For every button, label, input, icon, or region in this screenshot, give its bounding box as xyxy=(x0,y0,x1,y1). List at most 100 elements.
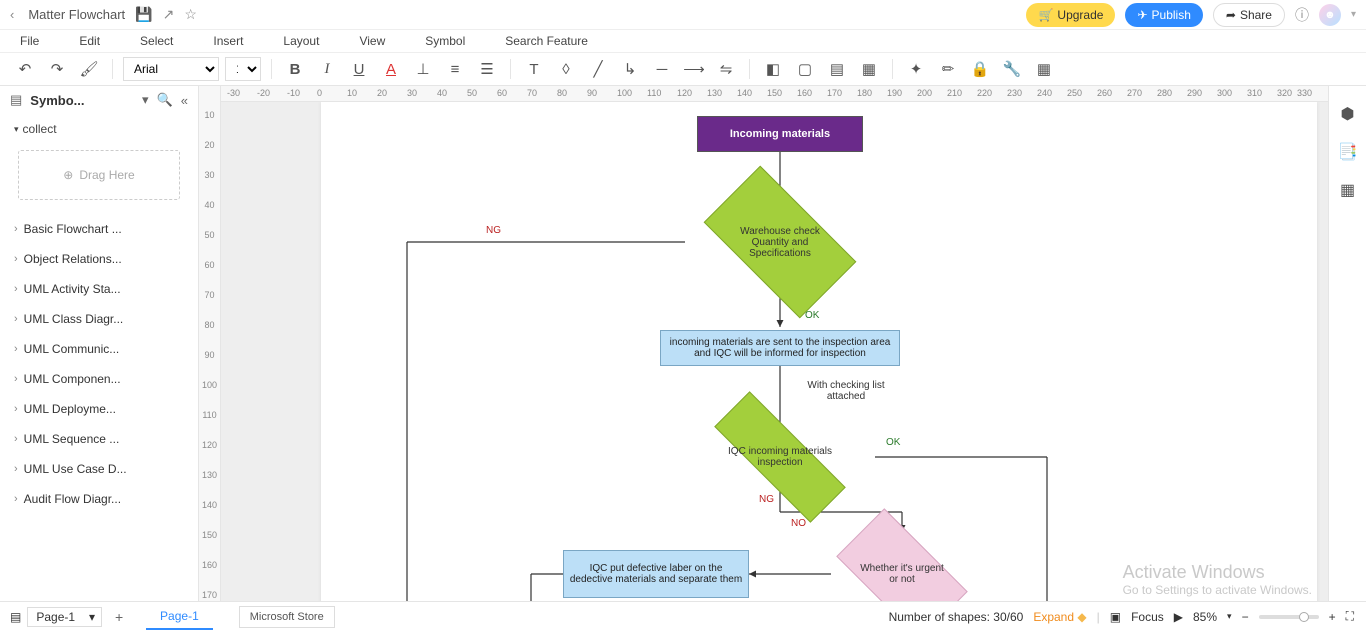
text-tool-button[interactable]: T xyxy=(521,56,547,82)
sidebar-group[interactable]: Basic Flowchart ... xyxy=(0,214,198,244)
sidebar-group[interactable]: UML Class Diagr... xyxy=(0,304,198,334)
fill-button[interactable]: ◊ xyxy=(553,56,579,82)
ungroup-button[interactable]: ▢ xyxy=(792,56,818,82)
font-color-button[interactable]: A xyxy=(378,56,404,82)
page-select[interactable]: Page-1 ▾ xyxy=(27,607,102,627)
add-page-button[interactable]: + xyxy=(108,609,130,625)
fontsize-select[interactable]: 12 xyxy=(225,57,261,81)
menu-insert[interactable]: Insert xyxy=(213,34,243,48)
plus-icon: ⊕ xyxy=(63,168,73,182)
taskbar-app[interactable]: Microsoft Store xyxy=(239,606,335,628)
line-style-button[interactable]: ─ xyxy=(649,56,675,82)
publish-button[interactable]: ✈ Publish xyxy=(1125,3,1202,27)
send-icon: ✈ xyxy=(1137,8,1147,22)
menu-file[interactable]: File xyxy=(20,34,39,48)
page-tab[interactable]: Page-1 xyxy=(146,604,213,630)
label-ok2: OK xyxy=(886,437,900,448)
shape-urgent[interactable]: Whether it's urgent or not xyxy=(843,540,961,601)
format-painter-button[interactable]: 🖌 xyxy=(76,56,102,82)
open-external-icon[interactable]: ↗ xyxy=(163,6,175,23)
shapes-count-label: Number of shapes: 30/60 xyxy=(889,610,1024,624)
focus-button[interactable]: Focus xyxy=(1131,610,1164,624)
redo-button[interactable]: ↷ xyxy=(44,56,70,82)
menu-view[interactable]: View xyxy=(359,34,385,48)
label-with-checking: With checking list attached xyxy=(791,380,901,402)
align-v-button[interactable]: ☰ xyxy=(474,56,500,82)
symbols-panel-title: Symbo... xyxy=(30,93,134,108)
zoom-value[interactable]: 85% xyxy=(1193,610,1217,624)
zoom-in-button[interactable]: + xyxy=(1329,610,1336,624)
font-select[interactable]: Arial xyxy=(123,57,219,81)
table-button[interactable]: ▦ xyxy=(1031,56,1057,82)
search-icon[interactable]: 🔍 xyxy=(157,92,173,108)
library-icon: ▤ xyxy=(10,92,22,108)
erase-button[interactable]: ✏ xyxy=(935,56,961,82)
upgrade-button[interactable]: 🛒 Upgrade xyxy=(1026,3,1115,27)
share-button[interactable]: ➦ Share xyxy=(1213,3,1285,27)
connector-button[interactable]: ↳ xyxy=(617,56,643,82)
favorite-icon[interactable]: ☆ xyxy=(184,6,197,23)
underline-button[interactable]: U xyxy=(346,56,372,82)
expand-link[interactable]: Expand ◆ xyxy=(1033,610,1086,624)
sidebar-group[interactable]: UML Communic... xyxy=(0,334,198,364)
avatar-menu-caret[interactable]: ▾ xyxy=(1351,9,1356,20)
collect-header[interactable]: ▾ collect xyxy=(0,114,198,144)
zoom-out-button[interactable]: − xyxy=(1242,610,1249,624)
save-icon[interactable]: 💾 xyxy=(135,6,152,23)
menu-select[interactable]: Select xyxy=(140,34,173,48)
zoom-slider[interactable] xyxy=(1259,615,1319,619)
fit-icon[interactable]: ▣ xyxy=(1110,610,1121,624)
horizontal-ruler: -30 -20 -10 0 10 20 30 40 50 60 70 80 90… xyxy=(221,86,1328,102)
collapse-panel-icon[interactable]: « xyxy=(181,93,188,108)
sidebar-group[interactable]: UML Sequence ... xyxy=(0,424,198,454)
collect-label: collect xyxy=(23,122,57,136)
back-icon[interactable]: ‹ xyxy=(10,7,14,22)
panel-menu-icon[interactable]: ▾ xyxy=(142,92,149,108)
sidebar-group[interactable]: Object Relations... xyxy=(0,244,198,274)
group-button[interactable]: ◧ xyxy=(760,56,786,82)
menu-layout[interactable]: Layout xyxy=(283,34,319,48)
shape-defective-label[interactable]: IQC put defective laber on the dedective… xyxy=(563,550,749,598)
tools-button[interactable]: 🔧 xyxy=(999,56,1025,82)
shape-warehouse-check[interactable]: Warehouse check Quantity and Specificati… xyxy=(712,202,848,282)
align-h-button[interactable]: ≡ xyxy=(442,56,468,82)
menu-symbol[interactable]: Symbol xyxy=(425,34,465,48)
drag-here-area[interactable]: ⊕ Drag Here xyxy=(18,150,180,200)
align-objects-button[interactable]: ▤ xyxy=(824,56,850,82)
sidebar-group[interactable]: UML Use Case D... xyxy=(0,454,198,484)
sidebar-group[interactable]: UML Componen... xyxy=(0,364,198,394)
style-panel-icon[interactable]: ⬢ xyxy=(1341,104,1355,124)
apps-panel-icon[interactable]: ▦ xyxy=(1340,180,1355,200)
menu-edit[interactable]: Edit xyxy=(79,34,100,48)
arrow-style-button[interactable]: ⟶ xyxy=(681,56,707,82)
italic-button[interactable]: I xyxy=(314,56,340,82)
publish-label: Publish xyxy=(1152,8,1191,22)
status-bar: ▤ Page-1 ▾ + Page-1 Microsoft Store Numb… xyxy=(0,601,1366,631)
sidebar-group[interactable]: UML Activity Sta... xyxy=(0,274,198,304)
help-icon[interactable]: ⓘ xyxy=(1295,5,1309,25)
page[interactable]: Incoming materials Warehouse check Quant… xyxy=(321,102,1317,601)
bold-button[interactable]: B xyxy=(282,56,308,82)
undo-button[interactable]: ↶ xyxy=(12,56,38,82)
presentation-icon[interactable]: ▶ xyxy=(1174,610,1183,624)
shape-iqc-inspection[interactable]: IQC incoming materials inspection xyxy=(712,432,848,482)
distribute-button[interactable]: ▦ xyxy=(856,56,882,82)
canvas[interactable]: Incoming materials Warehouse check Quant… xyxy=(221,102,1328,601)
cart-icon: 🛒 xyxy=(1038,8,1053,22)
text-style-button[interactable]: ⊥ xyxy=(410,56,436,82)
sidebar-group[interactable]: Audit Flow Diagr... xyxy=(0,484,198,514)
ai-button[interactable]: ✦ xyxy=(903,56,929,82)
lock-button[interactable]: 🔒 xyxy=(967,56,993,82)
line-button[interactable]: ╱ xyxy=(585,56,611,82)
toolbar: ↶ ↷ 🖌 Arial 12 B I U A ⊥ ≡ ☰ T ◊ ╱ ↳ ─ ⟶… xyxy=(0,52,1366,86)
menu-search[interactable]: Search Feature xyxy=(505,34,588,48)
page-panel-icon[interactable]: 📑 xyxy=(1338,142,1358,162)
avatar[interactable]: ☻ xyxy=(1319,4,1341,26)
line-jump-button[interactable]: ⇋ xyxy=(713,56,739,82)
fullscreen-icon[interactable]: ⛶ xyxy=(1346,609,1354,624)
outline-icon[interactable]: ▤ xyxy=(10,610,21,624)
sidebar-group[interactable]: UML Deployme... xyxy=(0,394,198,424)
label-ng: NG xyxy=(486,225,501,236)
shape-incoming-materials[interactable]: Incoming materials xyxy=(697,116,863,152)
shape-sent-inspection[interactable]: incoming materials are sent to the inspe… xyxy=(660,330,900,366)
